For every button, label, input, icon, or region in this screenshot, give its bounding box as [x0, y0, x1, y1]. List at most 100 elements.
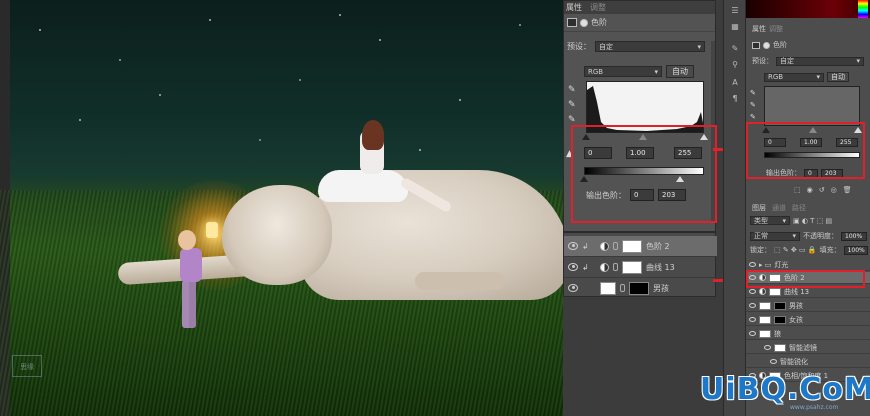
highlight-box-right-levels: [746, 122, 865, 179]
view-icon[interactable]: ◉: [807, 186, 813, 194]
eye-icon[interactable]: [749, 331, 756, 336]
mask-thumbnail[interactable]: [774, 315, 786, 324]
clip-icon[interactable]: ⬚: [794, 186, 801, 194]
eye-icon[interactable]: [568, 242, 578, 250]
layer-row[interactable]: 女孩: [746, 314, 870, 326]
document-canvas[interactable]: 思缘: [0, 0, 563, 416]
link-icon[interactable]: [620, 284, 625, 292]
tab-adjustments[interactable]: 调整: [769, 24, 783, 34]
auto-button[interactable]: 自动: [666, 65, 694, 78]
layer-row[interactable]: ↲ 曲线 13: [564, 257, 717, 278]
blend-mode-dropdown[interactable]: 正常 ▾: [750, 231, 800, 241]
white-eyedropper-icon[interactable]: ✎: [750, 112, 760, 122]
chevron-down-icon: ▾: [792, 232, 796, 240]
eye-icon[interactable]: [749, 303, 756, 308]
layers-panel-partial: ↲ 色阶 2 ↲ 曲线 13 男孩: [563, 232, 717, 299]
layers-tabs: 图层 通道 路径: [752, 203, 806, 213]
tab-adjustments[interactable]: 调整: [590, 2, 606, 13]
white-eyedropper-icon[interactable]: ✎: [568, 115, 578, 125]
girl-dress: [318, 170, 408, 202]
gray-eyedropper-icon[interactable]: ✎: [750, 100, 760, 110]
paragraph-icon[interactable]: ¶: [729, 94, 741, 104]
levels-icon: [752, 41, 760, 49]
mask-thumbnail[interactable]: [629, 281, 649, 295]
opacity-field[interactable]: 100%: [841, 231, 867, 241]
starry-sky: [0, 0, 563, 180]
properties-title: 色阶: [773, 41, 787, 49]
eye-icon[interactable]: [770, 359, 777, 364]
auto-button[interactable]: 自动: [827, 72, 849, 82]
tab-properties[interactable]: 属性: [752, 24, 766, 34]
girl-hair: [362, 120, 384, 150]
layer-row[interactable]: 男孩: [564, 278, 717, 299]
preset-label: 预设：: [752, 57, 773, 65]
mask-thumbnail[interactable]: [622, 260, 642, 274]
swatches-icon[interactable]: ▦: [729, 22, 741, 32]
black-eyedropper-icon[interactable]: ✎: [750, 88, 760, 98]
tab-properties[interactable]: 属性: [566, 2, 582, 13]
layer-thumbnail[interactable]: [600, 281, 616, 295]
channel-dropdown[interactable]: RGB ▾: [764, 72, 824, 82]
boy-shirt: [180, 248, 202, 282]
eye-icon[interactable]: [749, 289, 756, 294]
properties-panel: 属性 调整 色阶 预设： 自定 ▾ RGB ▾ 自动 ✎ ✎ ✎ ▲ 0 1.0…: [563, 0, 717, 232]
chevron-down-icon: ▾: [816, 73, 820, 81]
tab-paths[interactable]: 路径: [792, 203, 806, 213]
kind-value: 类型: [754, 216, 768, 225]
visibility-icon[interactable]: ◎: [831, 186, 837, 194]
layer-name: 灯光: [774, 260, 789, 269]
layer-name: 女孩: [789, 315, 803, 324]
lock-icons[interactable]: ⬚ ✎ ✥ ▭ 🔒: [774, 246, 817, 254]
adjustment-icon: [600, 262, 609, 272]
gray-eyedropper-icon[interactable]: ✎: [568, 100, 578, 110]
layer-thumbnail[interactable]: [759, 301, 771, 310]
layer-thumbnail[interactable]: [759, 329, 771, 338]
eye-icon[interactable]: [568, 263, 578, 271]
mask-thumbnail[interactable]: [774, 301, 786, 310]
fill-field[interactable]: 100%: [843, 245, 868, 255]
filter-icons[interactable]: ▣ ◐ T ⬚ ▤: [793, 217, 832, 225]
hue-slider[interactable]: [858, 0, 868, 18]
color-picker-field[interactable]: [746, 0, 870, 18]
reset-icon[interactable]: ↺: [819, 186, 825, 194]
preset-dropdown[interactable]: 自定 ▾: [776, 56, 864, 66]
link-icon[interactable]: [613, 242, 618, 250]
mask-thumbnail[interactable]: [769, 287, 781, 296]
kind-dropdown[interactable]: 类型 ▾: [750, 216, 790, 225]
eye-icon[interactable]: [764, 345, 771, 350]
layer-row[interactable]: 狼: [746, 328, 870, 340]
clone-icon[interactable]: ⚲: [729, 60, 741, 70]
tab-layers[interactable]: 图层: [752, 203, 766, 213]
right-dock: 属性 调整 色阶 预设： 自定 ▾ RGB ▾ 自动 ✎ ✎ ✎ 0 1.00 …: [745, 0, 870, 416]
clip-arrow-icon: ↲: [582, 262, 589, 272]
layer-row[interactable]: ↲ 色阶 2: [564, 236, 717, 257]
preset-dropdown[interactable]: 自定 ▾: [595, 41, 705, 52]
filter-mask-thumbnail[interactable]: [774, 343, 786, 352]
layer-row[interactable]: 智能锐化: [746, 356, 870, 368]
lantern: [206, 222, 218, 238]
mask-icon[interactable]: [763, 41, 770, 49]
black-eyedropper-icon[interactable]: ✎: [568, 85, 578, 95]
tab-channels[interactable]: 通道: [772, 203, 786, 213]
eye-icon[interactable]: [749, 262, 756, 267]
blend-value: 正常: [754, 232, 768, 240]
mask-thumbnail[interactable]: [622, 239, 642, 253]
brush-icon[interactable]: ✎: [729, 44, 741, 54]
layer-filter-row: 类型 ▾ ▣ ◐ T ⬚ ▤: [750, 216, 832, 225]
layer-thumbnail[interactable]: [759, 315, 771, 324]
channel-dropdown[interactable]: RGB ▾: [584, 66, 662, 77]
highlight-box-right-layer: [746, 270, 865, 288]
opacity-label: 不透明度：: [803, 232, 838, 240]
right-preset-row: 预设： 自定 ▾: [752, 56, 864, 66]
text-icon[interactable]: A: [729, 78, 741, 88]
link-icon[interactable]: [613, 263, 618, 271]
histogram: [764, 86, 860, 126]
trash-icon[interactable]: 🗑: [843, 186, 852, 194]
eye-icon[interactable]: [568, 284, 578, 292]
boy-legs: [182, 280, 196, 328]
mask-icon[interactable]: [580, 18, 588, 27]
eye-icon[interactable]: [749, 317, 756, 322]
layer-row[interactable]: 智能滤镜: [746, 342, 870, 354]
layer-row[interactable]: 男孩: [746, 300, 870, 312]
history-icon[interactable]: ☰: [729, 6, 741, 16]
